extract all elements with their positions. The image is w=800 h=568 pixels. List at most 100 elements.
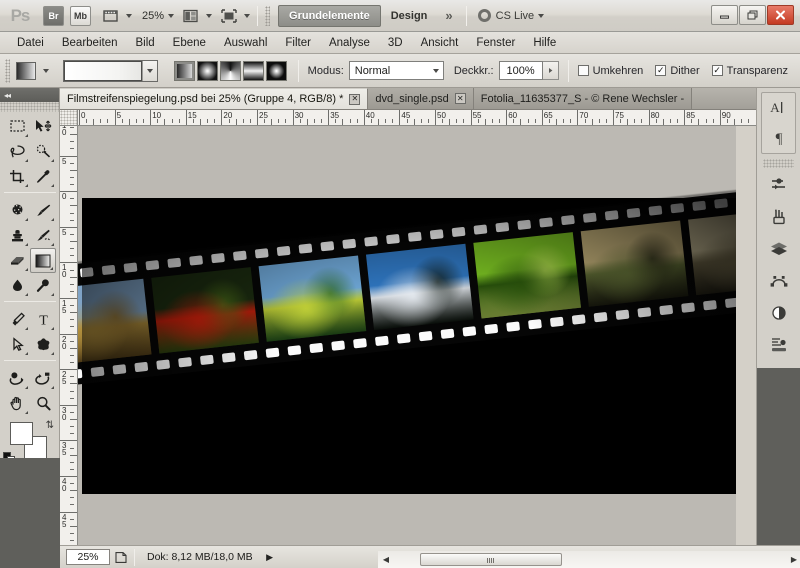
document-artboard[interactable] — [78, 182, 736, 494]
menu-datei[interactable]: Datei — [8, 33, 53, 53]
restore-button[interactable] — [739, 5, 766, 25]
3d-camera-rotate-tool[interactable] — [30, 366, 56, 391]
horizontal-scrollbar[interactable]: ◀ ▶ — [378, 551, 800, 568]
ruler-major-tick — [470, 110, 472, 125]
menu-3d[interactable]: 3D — [379, 33, 412, 53]
titlebar-grip — [265, 5, 271, 26]
bridge-button[interactable]: Br — [43, 5, 64, 26]
menu-hilfe[interactable]: Hilfe — [524, 33, 565, 53]
screen-mode-dropdown-icon[interactable] — [244, 13, 251, 18]
linear-gradient-icon[interactable] — [173, 60, 195, 81]
crop-tool[interactable] — [4, 164, 30, 189]
move-tool[interactable] — [30, 114, 56, 139]
styles-panel-icon[interactable] — [762, 330, 796, 360]
blur-tool[interactable] — [4, 273, 30, 298]
gradient-preview-swatch[interactable] — [63, 60, 142, 81]
menu-bearbeiten[interactable]: Bearbeiten — [53, 33, 127, 53]
zoom-tool[interactable] — [30, 391, 56, 416]
gradient-preview[interactable] — [62, 59, 158, 82]
menu-auswahl[interactable]: Auswahl — [215, 33, 276, 53]
paragraph-panel-icon[interactable]: ¶ — [762, 123, 796, 153]
close-button[interactable] — [767, 5, 794, 25]
eraser-tool[interactable] — [4, 248, 30, 273]
workspace-grundelemente[interactable]: Grundelemente — [278, 4, 381, 27]
tab-dvd-single[interactable]: dvd_single.psd ✕ — [368, 88, 474, 109]
tab-filmstreifenspiegelung[interactable]: Filmstreifenspiegelung.psd bei 25% (Grup… — [60, 88, 369, 109]
ruler-origin-corner[interactable] — [60, 110, 78, 126]
menu-ansicht[interactable]: Ansicht — [412, 33, 468, 53]
arrange-documents-icon[interactable] — [180, 5, 202, 27]
view-extras-dropdown-icon[interactable] — [126, 13, 132, 18]
clone-stamp-tool[interactable] — [4, 223, 30, 248]
zoom-level-dropdown-icon[interactable] — [168, 13, 175, 18]
path-selection-tool[interactable] — [4, 332, 30, 357]
transparency-checkbox[interactable]: ✓ Transparenz — [711, 65, 788, 77]
menu-fenster[interactable]: Fenster — [467, 33, 524, 53]
brush-tool[interactable] — [30, 198, 56, 223]
scroll-left-icon[interactable]: ◀ — [380, 553, 392, 566]
swap-colors-icon[interactable]: ⇅ — [46, 420, 54, 431]
workspace-design[interactable]: Design — [381, 5, 438, 27]
adjustment-layer-panel-icon[interactable] — [762, 298, 796, 328]
rectangular-marquee-tool[interactable] — [4, 114, 30, 139]
menu-ebene[interactable]: Ebene — [164, 33, 215, 53]
horizontal-scroll-thumb[interactable] — [420, 553, 562, 566]
checkbox-box: ✓ — [711, 65, 723, 76]
foreground-color-swatch[interactable] — [10, 422, 33, 445]
tab-fotolia[interactable]: Fotolia_11635377_S - © Rene Wechsler - — [473, 88, 693, 109]
brushes-panel-icon[interactable] — [762, 202, 796, 232]
mini-bridge-button[interactable]: Mb — [70, 5, 91, 26]
eyedropper-tool[interactable] — [30, 164, 56, 189]
reflected-gradient-icon[interactable] — [242, 60, 264, 81]
opacity-slider-button[interactable] — [542, 61, 559, 80]
document-preview-icon[interactable] — [110, 548, 132, 566]
type-tool[interactable]: T — [30, 307, 56, 332]
filmstrip[interactable] — [78, 184, 736, 388]
ruler-minor-tick — [627, 119, 629, 125]
custom-shape-tool[interactable] — [30, 332, 56, 357]
gradient-tool[interactable] — [30, 248, 56, 273]
status-expand-icon[interactable]: ▶ — [263, 548, 277, 566]
hand-tool[interactable] — [4, 391, 30, 416]
reverse-checkbox[interactable]: Umkehren — [577, 65, 643, 77]
blend-mode-select[interactable]: Normal — [348, 61, 444, 80]
cs-live-dropdown-icon[interactable] — [538, 13, 545, 18]
menu-filter[interactable]: Filter — [276, 33, 320, 53]
ruler-minor-tick — [620, 119, 622, 123]
workspace-overflow-icon[interactable]: » — [437, 8, 458, 23]
scroll-right-icon[interactable]: ▶ — [788, 553, 800, 566]
radial-gradient-icon[interactable] — [196, 60, 218, 81]
cs-live-button[interactable]: CS Live — [477, 9, 545, 22]
gradient-picker-dropdown-icon[interactable] — [141, 60, 157, 81]
dodge-tool[interactable] — [30, 273, 56, 298]
arrange-documents-dropdown-icon[interactable] — [206, 13, 213, 18]
close-icon[interactable]: ✕ — [349, 93, 361, 105]
quick-selection-tool[interactable] — [30, 139, 56, 164]
gradient-tool-preset-dropdown-icon[interactable] — [42, 68, 49, 73]
3d-object-rotate-tool[interactable] — [4, 366, 30, 391]
menu-bild[interactable]: Bild — [126, 33, 163, 53]
opacity-input[interactable]: 100% — [498, 61, 543, 80]
character-panel-icon[interactable]: A — [762, 93, 796, 123]
layers-panel-icon[interactable] — [762, 234, 796, 264]
adjustments-panel-icon[interactable] — [762, 170, 796, 200]
canvas-area[interactable] — [78, 126, 736, 545]
vertical-ruler[interactable]: 10 5 0 5 10 15 20 25 30 35 40 45 — [60, 126, 78, 545]
spot-healing-brush-tool[interactable] — [4, 198, 30, 223]
gradient-tool-icon[interactable] — [16, 61, 36, 80]
horizontal-ruler[interactable]: 0 5 10 15 20 25 30 35 40 45 50 55 60 65 70 75 80 85 90 — [78, 110, 758, 126]
pen-tool[interactable] — [4, 307, 30, 332]
angle-gradient-icon[interactable] — [219, 60, 241, 81]
diamond-gradient-icon[interactable] — [265, 60, 287, 81]
menu-analyse[interactable]: Analyse — [320, 33, 379, 53]
view-extras-icon[interactable] — [100, 5, 122, 27]
dither-checkbox[interactable]: ✓ Dither — [655, 65, 700, 77]
zoom-percent-input[interactable]: 25% — [66, 549, 110, 565]
tools-collapse-icon[interactable]: ◂◂ — [0, 88, 59, 102]
close-icon[interactable]: ✕ — [454, 93, 466, 104]
paths-panel-icon[interactable] — [762, 266, 796, 296]
history-brush-tool[interactable] — [30, 223, 56, 248]
lasso-tool[interactable] — [4, 139, 30, 164]
screen-mode-icon[interactable] — [218, 5, 240, 27]
minimize-button[interactable] — [711, 5, 738, 25]
